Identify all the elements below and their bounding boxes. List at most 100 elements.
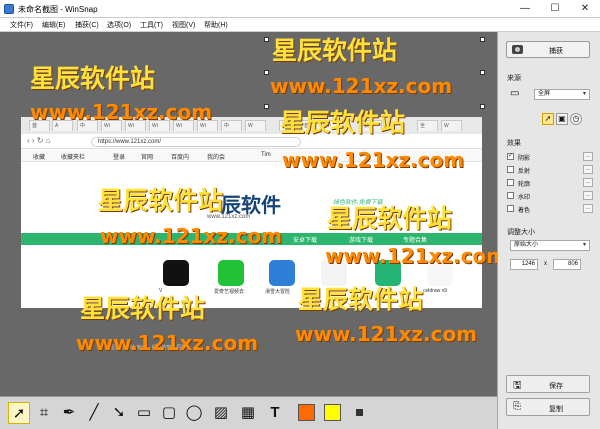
app-tile-icon: [218, 260, 244, 286]
resize-section-title: 调整大小: [507, 229, 535, 236]
checkbox[interactable]: [507, 205, 514, 212]
effect-watermark[interactable]: 水印 …: [507, 191, 593, 201]
timer-icon[interactable]: ◷: [570, 113, 582, 125]
resize-select[interactable]: 原始大小 ▾: [510, 240, 590, 251]
app-tile-label: 滑雪大冒险: [265, 289, 291, 295]
rounded-rect-tool-icon[interactable]: ▢: [158, 402, 180, 424]
save-button-label: 保存: [549, 383, 563, 390]
menu-options[interactable]: 选项(O): [107, 20, 131, 30]
source-section-title: 来源: [507, 75, 521, 82]
minimize-button[interactable]: —: [510, 0, 540, 18]
save-icon: 🖫: [513, 380, 522, 391]
checkbox-checked[interactable]: ✓: [507, 153, 514, 160]
resize-handle[interactable]: [480, 37, 485, 42]
menu-tools[interactable]: 工具(T): [140, 20, 163, 30]
site-nav-item: 安卓下载: [293, 238, 318, 244]
menu-capture[interactable]: 捕获(C): [75, 20, 99, 30]
watermark-url: www.121xz.com: [270, 74, 453, 98]
watermark-url: www.121xz.com: [295, 322, 478, 346]
pixelate-tool-icon[interactable]: ▦: [237, 402, 259, 424]
copy-button[interactable]: ⎘ 复制: [506, 398, 590, 416]
watermark-cn: 星辰软件站: [298, 285, 424, 314]
menu-help[interactable]: 帮助(H): [204, 20, 228, 30]
browser-tab: W: [441, 120, 462, 131]
app-icon: [4, 4, 14, 14]
bookmark-item: 百度内: [171, 155, 190, 161]
resize-handle[interactable]: [264, 70, 269, 75]
watermark-url: www.121xz.com: [76, 331, 259, 355]
monitor-icon: ▭: [510, 88, 520, 99]
effect-options-button[interactable]: …: [583, 191, 593, 200]
camera-icon: [512, 45, 523, 54]
resize-handle[interactable]: [264, 104, 269, 109]
site-nav-item: 游戏下载: [349, 238, 374, 244]
copy-button-label: 复制: [549, 406, 563, 413]
effect-label: 反射: [518, 169, 531, 175]
copy-icon: ⎘: [513, 401, 521, 412]
bookmark-item: 官网: [141, 155, 154, 161]
effect-options-button[interactable]: …: [583, 178, 593, 187]
chevron-down-icon: ▾: [582, 242, 586, 248]
browser-tab: 全: [417, 120, 438, 131]
line-tool-icon[interactable]: ╱: [83, 402, 105, 424]
watermark-cn: 星辰软件站: [30, 64, 156, 93]
watermark-cn: 星辰软件站: [98, 186, 224, 215]
resize-handle[interactable]: [480, 104, 485, 109]
width-field[interactable]: 1246: [510, 259, 538, 270]
pen-tool-icon[interactable]: ✒: [58, 402, 80, 424]
browser-address-bar: ‹ › ↻ ⌂ https://www.121xz.com/: [21, 134, 482, 149]
save-button[interactable]: 🖫 保存: [506, 375, 590, 393]
back-icon: ‹ › ↻ ⌂: [27, 136, 51, 145]
effect-outline[interactable]: 轮廓 …: [507, 178, 593, 188]
rectangle-tool-icon[interactable]: ▭: [133, 402, 155, 424]
resize-handle[interactable]: [264, 37, 269, 42]
url-field: https://www.121xz.com/: [91, 137, 301, 147]
arrow-tool-icon[interactable]: ➘: [108, 402, 130, 424]
window-frame-icon[interactable]: ▣: [556, 113, 568, 125]
settings-panel: 捕获 来源 ▭ 全屏 ▾ ➚ ▣ ◷ 效果 ✓ 阴影 … 反射 … 轮廓 … 水…: [497, 32, 600, 429]
text-tool-icon[interactable]: T: [264, 402, 286, 424]
menu-bar: 文件(F) 编辑(E) 捕获(C) 选项(O) 工具(T) 视图(V) 帮助(H…: [0, 18, 600, 32]
app-tile-label: celdraw x9: [423, 288, 447, 294]
resize-handle[interactable]: [480, 70, 485, 75]
secondary-color-swatch[interactable]: [324, 404, 341, 421]
effects-section-title: 效果: [507, 140, 521, 147]
capture-button[interactable]: 捕获: [506, 41, 590, 58]
primary-color-swatch[interactable]: [298, 404, 315, 421]
line-width-icon[interactable]: [356, 409, 363, 416]
browser-tab: 中: [221, 120, 242, 131]
menu-edit[interactable]: 编辑(E): [42, 20, 65, 30]
effect-options-button[interactable]: …: [583, 152, 593, 161]
menu-view[interactable]: 视图(V): [172, 20, 195, 30]
height-field[interactable]: 806: [553, 259, 581, 270]
effect-reflection[interactable]: 反射 …: [507, 165, 593, 175]
select-tool-icon[interactable]: ➚: [8, 402, 30, 424]
effect-label: 着色: [518, 208, 531, 214]
watermark-url: www.121xz.com: [325, 244, 508, 268]
bookmark-item: Tim: [261, 152, 271, 158]
checkbox[interactable]: [507, 179, 514, 186]
window-title: 未命名截图 - WinSnap: [18, 5, 98, 14]
effect-options-button[interactable]: …: [583, 204, 593, 213]
menu-file[interactable]: 文件(F): [10, 20, 33, 30]
effect-label: 水印: [518, 195, 531, 201]
effect-label: 轮廓: [518, 182, 531, 188]
effect-label: 阴影: [518, 156, 531, 162]
close-button[interactable]: ✕: [570, 0, 600, 18]
capture-button-label: 捕获: [549, 48, 563, 55]
hatch-tool-icon[interactable]: ▨: [210, 402, 232, 424]
source-select[interactable]: 全屏 ▾: [534, 89, 590, 100]
effect-colorize[interactable]: 着色 …: [507, 204, 593, 214]
checkbox[interactable]: [507, 166, 514, 173]
chevron-down-icon: ▾: [582, 91, 586, 97]
maximize-button[interactable]: ☐: [540, 0, 570, 18]
watermark-cn: 星辰软件站: [80, 294, 206, 323]
effect-options-button[interactable]: …: [583, 165, 593, 174]
effect-shadow[interactable]: ✓ 阴影 …: [507, 152, 593, 162]
ellipse-tool-icon[interactable]: ◯: [183, 402, 205, 424]
cursor-toggle-icon[interactable]: ➚: [542, 113, 554, 125]
drawing-toolbar: ➚ ⌗ ✒ ╱ ➘ ▭ ▢ ◯ ▨ ▦ T: [0, 396, 497, 429]
crop-tool-icon[interactable]: ⌗: [33, 402, 55, 424]
checkbox[interactable]: [507, 192, 514, 199]
app-tile-icon: [163, 260, 189, 286]
